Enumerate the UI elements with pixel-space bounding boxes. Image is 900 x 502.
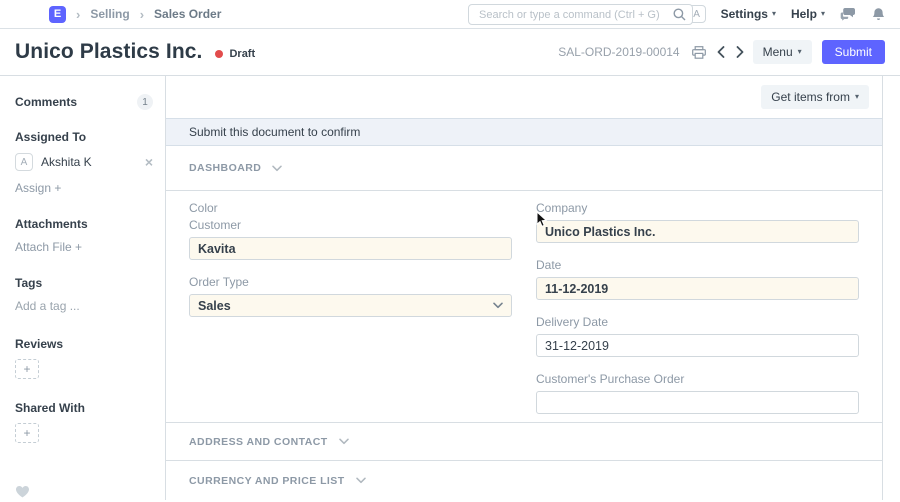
- chevron-down-icon: [339, 438, 349, 445]
- section-address-and-contact[interactable]: ADDRESS AND CONTACT: [166, 423, 882, 461]
- section-label: ADDRESS AND CONTACT: [189, 436, 328, 448]
- form-section-fields: Color Customer Order Type: [166, 191, 882, 423]
- reviews-label: Reviews: [15, 337, 153, 351]
- section-label: CURRENCY AND PRICE LIST: [189, 475, 345, 487]
- chevron-down-icon: [493, 302, 503, 309]
- customer-field[interactable]: [189, 237, 512, 260]
- form-sidebar: Comments 1 Assigned To A Akshita K × Ass…: [0, 76, 165, 500]
- page-header: Unico Plastics Inc. Draft SAL-ORD-2019-0…: [0, 29, 900, 76]
- assignee-avatar: A: [15, 153, 33, 171]
- settings-menu[interactable]: Settings ▾: [721, 7, 776, 21]
- order-type-value: [189, 294, 512, 317]
- assignee-name: Akshita K: [41, 155, 92, 169]
- shared-with-label: Shared With: [15, 401, 153, 415]
- tags-label: Tags: [15, 276, 153, 290]
- breadcrumb-sales-order[interactable]: Sales Order: [154, 7, 221, 21]
- next-doc-chevron-icon[interactable]: [734, 46, 746, 58]
- status-label: Draft: [229, 48, 255, 60]
- submit-banner: Submit this document to confirm: [166, 118, 882, 146]
- assigned-to-label: Assigned To: [15, 130, 153, 144]
- document-id: SAL-ORD-2019-00014: [558, 45, 679, 59]
- submit-button[interactable]: Submit: [822, 40, 885, 64]
- comments-label: Comments: [15, 95, 77, 109]
- chevron-down-icon: [272, 165, 282, 172]
- app-logo[interactable]: E: [49, 6, 66, 23]
- customer-label: Customer: [189, 218, 512, 232]
- help-menu[interactable]: Help ▾: [791, 7, 825, 21]
- menu-label: Menu: [763, 45, 793, 59]
- form-column-left: Color Customer Order Type: [189, 201, 512, 422]
- like-heart-icon[interactable]: [15, 485, 153, 501]
- search-icon: [673, 8, 686, 21]
- section-currency-and-price-list[interactable]: CURRENCY AND PRICE LIST: [166, 461, 882, 500]
- breadcrumb-chevron-icon: ›: [140, 7, 144, 22]
- assign-link[interactable]: Assign +: [15, 181, 153, 195]
- settings-label: Settings: [721, 7, 768, 21]
- page-title: Unico Plastics Inc.: [15, 40, 202, 64]
- add-share-button[interactable]: +: [15, 423, 39, 443]
- header-actions: SAL-ORD-2019-00014 Menu ▾ Submit: [558, 40, 885, 64]
- attachments-label: Attachments: [15, 217, 153, 231]
- navbar-actions: A Settings ▾ Help ▾: [688, 5, 885, 23]
- notifications-bell-icon[interactable]: [872, 7, 885, 22]
- help-label: Help: [791, 7, 817, 21]
- date-field[interactable]: [536, 277, 859, 300]
- caret-down-icon: ▾: [855, 93, 859, 101]
- caret-down-icon: ▾: [798, 48, 802, 56]
- delivery-date-label: Delivery Date: [536, 315, 859, 329]
- chat-icon[interactable]: [840, 7, 857, 21]
- customer-purchase-order-label: Customer's Purchase Order: [536, 372, 859, 386]
- company-field[interactable]: [536, 220, 859, 243]
- comments-row[interactable]: Comments 1: [15, 94, 153, 110]
- global-search: [468, 4, 693, 25]
- assignee-item: A Akshita K ×: [15, 153, 153, 171]
- attach-file-link[interactable]: Attach File +: [15, 240, 153, 254]
- order-type-select[interactable]: [189, 294, 512, 317]
- menu-button[interactable]: Menu ▾: [753, 40, 812, 64]
- color-label: Color: [189, 201, 512, 215]
- breadcrumb-chevron-icon: ›: [76, 7, 80, 22]
- chevron-down-icon: [356, 477, 366, 484]
- delivery-date-field[interactable]: [536, 334, 859, 357]
- form-main: Get items from ▾ Submit this document to…: [165, 76, 883, 500]
- app-window: E › Selling › Sales Order A Settings ▾ H…: [0, 0, 900, 502]
- section-label: DASHBOARD: [189, 162, 261, 174]
- prev-doc-chevron-icon[interactable]: [715, 46, 727, 58]
- caret-down-icon: ▾: [772, 10, 776, 18]
- get-items-label: Get items from: [771, 90, 850, 104]
- status-dot-icon: [215, 50, 223, 58]
- top-navbar: E › Selling › Sales Order A Settings ▾ H…: [0, 0, 900, 29]
- add-tag-input[interactable]: Add a tag ...: [15, 299, 153, 313]
- section-dashboard[interactable]: DASHBOARD: [166, 146, 882, 191]
- remove-assignee-icon[interactable]: ×: [145, 155, 153, 169]
- print-icon[interactable]: [690, 46, 708, 59]
- get-items-from-button[interactable]: Get items from ▾: [761, 85, 869, 109]
- caret-down-icon: ▾: [821, 10, 825, 18]
- comments-count-badge: 1: [137, 94, 153, 110]
- add-review-button[interactable]: +: [15, 359, 39, 379]
- company-label: Company: [536, 201, 859, 215]
- form-toolbar: Get items from ▾: [166, 76, 882, 118]
- order-type-label: Order Type: [189, 275, 512, 289]
- status-badge: Draft: [215, 48, 255, 60]
- form-column-right: Company Date Delivery Date Customer's Pu…: [536, 201, 859, 422]
- customer-purchase-order-field[interactable]: [536, 391, 859, 414]
- search-input[interactable]: [468, 4, 693, 25]
- date-label: Date: [536, 258, 859, 272]
- breadcrumb-selling[interactable]: Selling: [90, 7, 129, 21]
